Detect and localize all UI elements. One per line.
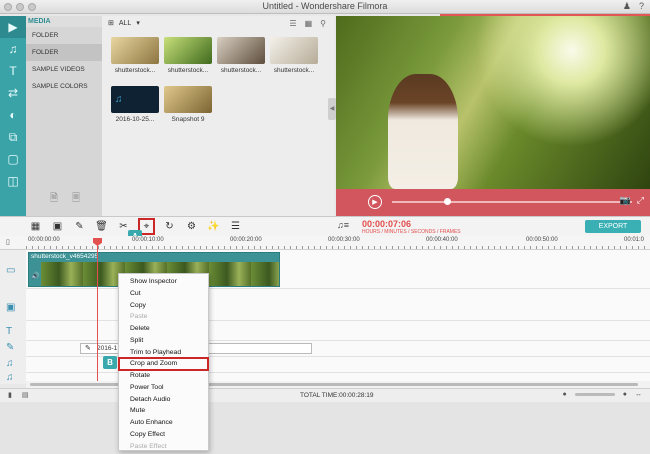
adjust-icon[interactable]: ☰ [228,220,243,234]
add-track-icon[interactable]: ▦ [28,220,43,234]
media-folder-1[interactable]: FOLDER [26,27,102,44]
sort-icon[interactable]: ☰ [289,19,296,28]
delete-icon[interactable]: 🗑 [94,220,109,234]
video-track-icon: ▭ [6,265,16,276]
music-track-icon: ♫ [6,358,14,369]
callout-badge-b: B [103,356,117,369]
zoom-slider[interactable] [574,393,615,396]
image-track-icon: ▣ [6,302,16,313]
playback-slider[interactable] [392,201,632,203]
timecode: 00:00:07:06 [362,219,412,229]
transition-icon[interactable]: ⇄ [0,82,26,104]
media-folder-2[interactable]: FOLDER [26,44,102,61]
title-bar: Untitled - Wondershare Filmora ♟? [0,0,650,14]
player-controls: ▶ 📷 ⤢ [336,189,650,216]
timecode-units: HOURS / MINUTES / SECONDS / FRAMES [362,229,461,235]
media-header: MEDIA [26,16,102,27]
elements-icon[interactable]: ▢ [0,148,26,170]
grid-view-icon[interactable]: ▦ [305,19,313,28]
audio-mixer-icon[interactable]: ♫≡ [337,220,349,230]
text-icon[interactable]: T [0,60,26,82]
sidebar: ▶ ♫ T ⇄ ◐ ⧉ ▢ ◫ [0,16,26,216]
menu-trim-to-playhead[interactable]: Trim to Playhead [119,347,208,359]
fit-icon[interactable]: ↔ [635,391,642,398]
music-icon[interactable]: ♫ [0,38,26,60]
media-thumb[interactable]: Snapshot 9 [163,85,213,128]
play-icon[interactable]: ▶ [368,195,382,209]
media-thumb[interactable]: shutterstock... [163,36,213,79]
playback-knob[interactable] [444,198,451,205]
menu-paste: Paste [130,313,148,321]
app-window: Untitled - Wondershare Filmora ♟? ▶ ♫ T … [0,0,650,454]
menu-rotate[interactable]: Rotate [119,370,208,382]
brush-icon: ✎ [85,345,91,352]
menu-auto-enhance[interactable]: Auto Enhance [119,417,208,429]
import-icon[interactable]: 🗎 [50,191,58,208]
preview-subject [388,74,458,189]
media-thumb[interactable]: shutterstock... [110,36,160,79]
media-thumb[interactable]: shutterstock... [216,36,266,79]
menu-detach-audio[interactable]: Detach Audio [119,394,208,406]
overview-icon[interactable]: ▤ [22,391,29,399]
menu-split[interactable]: Split [119,335,208,347]
timeline-toolbar: ▦ ▣ ✎ 🗑 ✂ ⌖ ↻ ⚙ ✨ ☰ ♫≡ 00:00:07:06 HOURS… [0,216,650,236]
pen-icon[interactable]: ✎ [72,220,87,234]
menu-crop-and-zoom[interactable]: Crop and Zoom [118,357,209,371]
filter-select[interactable]: ALL [119,20,131,27]
snapshot-icon[interactable]: 📷 [620,195,631,206]
help-icon[interactable]: ? [639,1,644,12]
context-menu: Show Inspector Cut Copy Paste Delete Spl… [118,273,209,451]
user-icon[interactable]: ♟ [623,1,631,12]
record-icon[interactable]: ▣ [50,220,65,234]
brush-track-icon: ✎ [6,342,15,353]
volume-icon[interactable]: 🔊 [31,272,40,280]
menu-copy-effect[interactable]: Copy Effect [119,429,208,441]
menu-cut[interactable]: Cut [119,288,208,300]
color-icon[interactable]: ✨ [206,220,221,234]
collapse-panel-icon[interactable]: ◀ [328,98,336,120]
zoom-out-icon[interactable]: ● [563,391,567,398]
menu-mute[interactable]: Mute [119,405,208,417]
media-panel: MEDIA FOLDER FOLDER SAMPLE VIDEOS SAMPLE… [26,16,102,216]
delete-folder-icon[interactable]: 🗏 [72,191,80,208]
menu-power-tool[interactable]: Power Tool [119,382,208,394]
track-manager-icon[interactable]: ▮ [8,391,12,399]
preview-player: ▶ 📷 ⤢ [336,16,650,216]
sample-videos[interactable]: SAMPLE VIDEOS [26,61,102,78]
search-icon[interactable]: ⚲ [320,19,326,28]
menu-paste-effect: Paste Effect [130,442,167,450]
menu-show-inspector[interactable]: Show Inspector [119,276,208,288]
menu-delete[interactable]: Delete [119,323,208,335]
media-thumb[interactable]: shutterstock... [269,36,319,79]
text-track-icon: T [6,326,13,337]
status-bar: ▮ ▤ TOTAL TIME:00:00:28:19 ● ● ↔ [0,388,650,402]
overlay-icon[interactable]: ⧉ [0,126,26,148]
media-library: ⊞ ALL ▾ ☰ ▦ ⚲ shutterstock... shutterstock… [102,16,334,216]
preview-video [336,16,650,189]
filter-icon[interactable]: ◐ [0,104,26,126]
marker-icon[interactable]: ▯ [6,238,10,246]
sample-colors[interactable]: SAMPLE COLORS [26,78,102,95]
playhead[interactable] [93,238,102,383]
split-screen-icon[interactable]: ◫ [0,170,26,192]
rotate-icon[interactable]: ↻ [162,220,177,234]
window-title: Untitled - Wondershare Filmora [262,1,388,11]
add-media-icon[interactable]: ⊞ [108,19,114,27]
fullscreen-icon[interactable]: ⤢ [637,195,644,206]
chevron-down-icon[interactable]: ▾ [136,19,140,27]
zoom-in-icon[interactable]: ● [623,391,627,398]
speed-icon[interactable]: ⚙ [184,220,199,234]
music-track-2-icon: ♫ [6,372,14,383]
media-icon[interactable]: ▶ [0,16,26,38]
total-time: TOTAL TIME:00:00:28:19 [300,392,374,399]
export-button[interactable]: EXPORT [585,220,641,233]
media-thumb[interactable]: ♫ 2016-10-25... [110,85,160,128]
menu-copy[interactable]: Copy [119,300,208,312]
